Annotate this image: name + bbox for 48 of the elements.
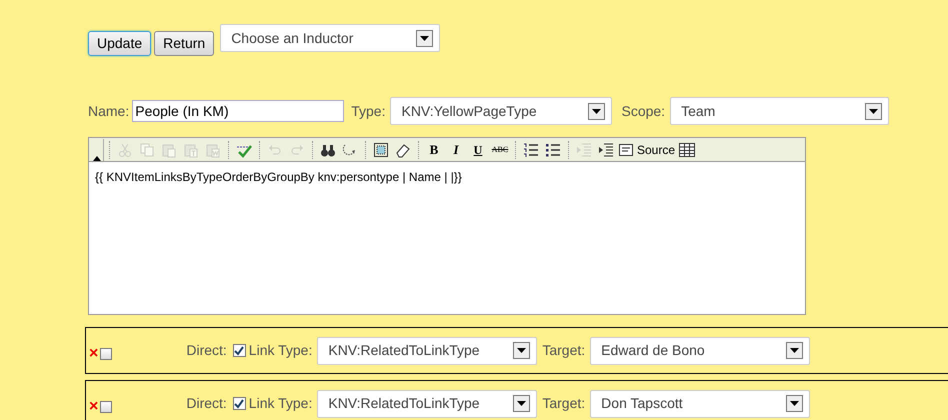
action-button[interactable]: Update [88,31,152,56]
direct-label: Direct: [186,341,227,360]
numbered-list-icon [523,142,539,158]
clipboard-icon [205,142,221,158]
name-field[interactable]: People (In KM) [132,100,344,122]
link-type-label: Link Type: [248,341,312,360]
inductor-select[interactable]: Choose an Inductor [220,24,440,52]
link-type-label: Link Type: [248,394,312,413]
scope-select[interactable]: Team [670,97,890,125]
select-all-icon [373,142,389,158]
action-button[interactable]: Return [154,31,214,56]
type-label: Type: [351,102,386,121]
select-checkbox[interactable] [100,348,112,360]
scope-label: Scope: [621,102,666,121]
copy-icon [139,142,155,158]
source-icon [618,142,634,158]
outdent-icon [576,142,592,158]
target-label: Target: [542,341,586,360]
strike-button[interactable]: ABC [490,140,510,160]
remove-button[interactable]: × [89,398,98,414]
remove-button[interactable]: × [89,346,98,362]
collapse-button[interactable] [90,138,104,160]
indent-icon [598,142,614,158]
target-select[interactable]: Edward de Bono [590,336,810,364]
eraser-icon [395,142,411,158]
target-label: Target: [542,394,586,413]
direct-checkbox[interactable] [232,344,246,357]
direct-label: Direct: [186,394,227,413]
select-checkbox[interactable] [100,400,112,412]
clipboard-icon [183,142,199,158]
target-select[interactable]: Don Tapscott [590,390,810,418]
underline-button[interactable]: U [468,140,488,160]
editor-text: {{ KNVItemLinksByTypeOrderByGroupBy knv:persontype | Name | |}} [95,170,462,184]
bold-button[interactable]: B [424,140,444,160]
italic-button[interactable]: I [446,140,466,160]
scissors-icon [117,142,133,158]
type-select[interactable]: KNV:YellowPageType [390,97,612,125]
clipboard-icon [161,142,177,158]
bullet-list-icon [545,142,561,158]
editor-content[interactable]: {{ KNVItemLinksByTypeOrderByGroupBy knv:persontype | Name | |}} [89,162,805,314]
link-type-select[interactable]: KNV:RelatedToLinkType [317,336,538,364]
link-type-select[interactable]: KNV:RelatedToLinkType [317,390,538,418]
source-button[interactable]: Source [618,140,676,160]
table-icon [679,142,696,158]
direct-checkbox[interactable] [232,397,246,410]
name-label: Name: [88,102,130,120]
replace-icon [342,142,358,158]
collapse-icon [92,156,100,160]
